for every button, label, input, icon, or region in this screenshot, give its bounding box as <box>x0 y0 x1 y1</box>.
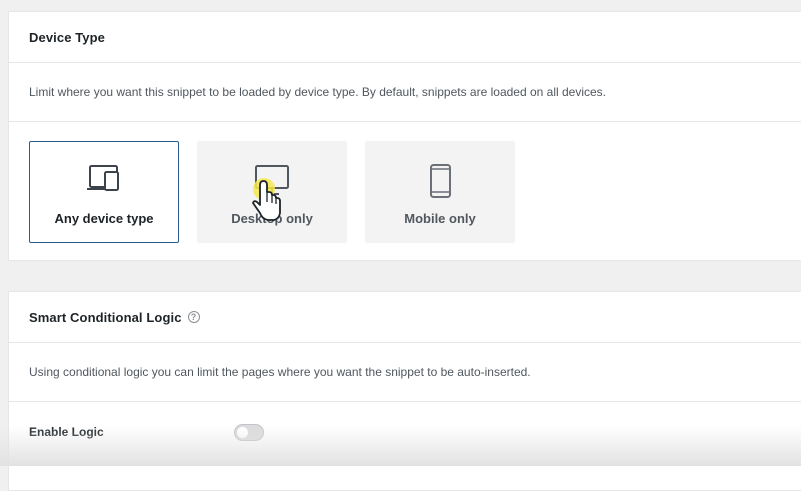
enable-logic-label: Enable Logic <box>29 425 234 439</box>
device-option-mobile[interactable]: Mobile only <box>365 141 515 243</box>
smart-logic-header: Smart Conditional Logic ? <box>9 292 801 343</box>
enable-logic-row: Enable Logic <box>9 402 801 462</box>
device-type-header: Device Type <box>9 12 801 63</box>
device-option-mobile-label: Mobile only <box>404 211 476 226</box>
mobile-icon <box>422 164 458 198</box>
device-type-description: Limit where you want this snippet to be … <box>29 85 606 99</box>
toggle-knob <box>237 427 248 438</box>
enable-logic-toggle[interactable] <box>234 424 264 441</box>
device-type-description-row: Limit where you want this snippet to be … <box>9 63 801 122</box>
device-type-title: Device Type <box>29 30 105 45</box>
device-type-panel: Device Type Limit where you want this sn… <box>8 11 801 261</box>
smart-logic-description: Using conditional logic you can limit th… <box>29 365 531 379</box>
smart-logic-description-row: Using conditional logic you can limit th… <box>9 343 801 402</box>
device-options: Any device type Desktop only Mobile only <box>29 141 515 243</box>
desktop-icon <box>254 164 290 198</box>
device-option-desktop[interactable]: Desktop only <box>197 141 347 243</box>
devices-icon <box>86 164 122 198</box>
device-option-any[interactable]: Any device type <box>29 141 179 243</box>
smart-logic-panel: Smart Conditional Logic ? Using conditio… <box>8 291 801 491</box>
device-option-any-label: Any device type <box>55 211 154 226</box>
help-icon[interactable]: ? <box>188 311 200 323</box>
device-option-desktop-label: Desktop only <box>231 211 313 226</box>
smart-logic-title: Smart Conditional Logic <box>29 310 182 325</box>
